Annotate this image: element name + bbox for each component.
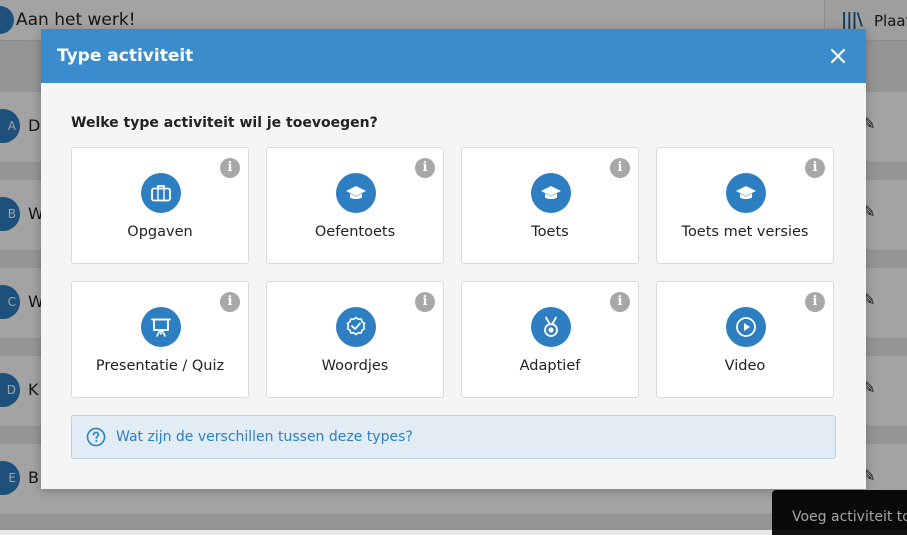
badge-check-icon — [336, 307, 376, 347]
activity-card-adaptief[interactable]: i Adaptief — [461, 281, 639, 398]
card-label: Adaptief — [519, 358, 581, 374]
activity-card-woordjes[interactable]: i Woordjes — [266, 281, 444, 398]
info-icon[interactable]: i — [415, 292, 435, 312]
graduation-cap-icon — [531, 173, 571, 213]
dialog-question: Welke type activiteit wil je toevoegen? — [71, 115, 378, 131]
info-icon[interactable]: i — [610, 292, 630, 312]
card-label: Toets met versies — [681, 224, 809, 240]
activity-type-dialog: Type activiteit Welke type activiteit wi… — [41, 29, 866, 489]
card-label: Oefentoets — [314, 224, 396, 240]
dialog-header: Type activiteit — [41, 29, 866, 83]
presentation-board-icon — [141, 307, 181, 347]
close-icon[interactable] — [827, 45, 849, 67]
play-icon — [726, 307, 766, 347]
info-icon[interactable]: i — [220, 292, 240, 312]
graduation-cap-icon — [726, 173, 766, 213]
graduation-cap-icon — [336, 173, 376, 213]
activity-card-presentatie-quiz[interactable]: i Presentatie / Quiz — [71, 281, 249, 398]
briefcase-icon — [141, 173, 181, 213]
card-label: Opgaven — [127, 224, 193, 240]
activity-card-toets[interactable]: i Toets — [461, 147, 639, 264]
help-types-link[interactable]: Wat zijn de verschillen tussen deze type… — [71, 415, 836, 459]
info-icon[interactable]: i — [805, 158, 825, 178]
activity-card-opgaven[interactable]: i Opgaven — [71, 147, 249, 264]
info-icon[interactable]: i — [610, 158, 630, 178]
info-icon[interactable]: i — [805, 292, 825, 312]
activity-card-oefentoets[interactable]: i Oefentoets — [266, 147, 444, 264]
info-icon[interactable]: i — [415, 158, 435, 178]
activity-card-toets-met-versies[interactable]: i Toets met versies — [656, 147, 834, 264]
card-label: Video — [724, 358, 766, 374]
card-label: Woordjes — [321, 358, 389, 374]
card-label: Presentatie / Quiz — [95, 358, 225, 374]
help-link-text: Wat zijn de verschillen tussen deze type… — [116, 429, 413, 445]
medal-icon — [531, 307, 571, 347]
card-label: Toets — [531, 224, 569, 240]
info-icon[interactable]: i — [220, 158, 240, 178]
question-circle-icon — [86, 427, 106, 447]
activity-card-video[interactable]: i Video — [656, 281, 834, 398]
dialog-title: Type activiteit — [57, 46, 194, 66]
